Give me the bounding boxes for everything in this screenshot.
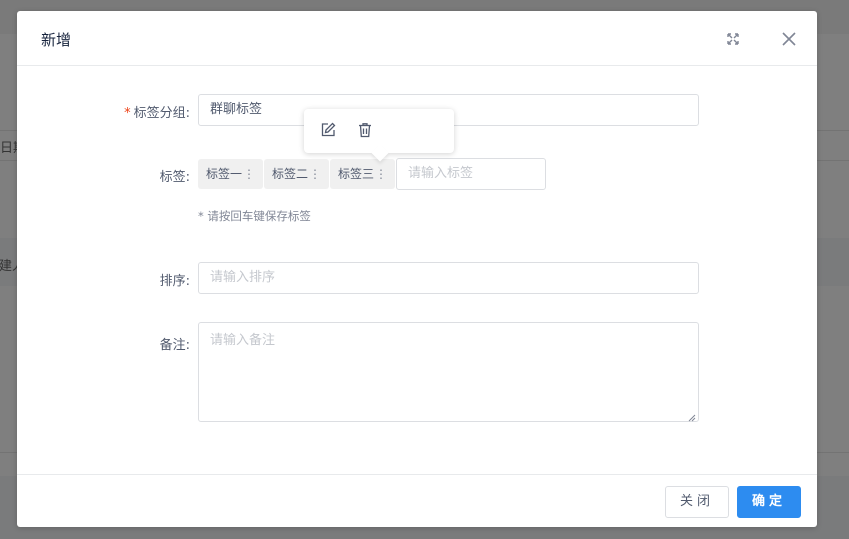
tags-label: 标签: bbox=[159, 170, 190, 185]
tag-item[interactable]: 标签三⋮ bbox=[330, 159, 396, 189]
sort-input[interactable]: 请输入排序 bbox=[198, 262, 699, 294]
group-label: * 标签分组: bbox=[70, 102, 190, 121]
tag-menu-icon[interactable]: ⋮ bbox=[309, 167, 321, 181]
tag-hint: * 请按回车键保存标签 bbox=[198, 209, 311, 223]
tag-item[interactable]: 标签二⋮ bbox=[264, 159, 330, 189]
tag-menu-icon[interactable]: ⋮ bbox=[375, 167, 387, 181]
add-dialog: 新增 * 标签分组: 群聊标签 标签: 标签一⋮ 标签二⋮ 标签三⋮ 请输入标签 … bbox=[17, 11, 817, 527]
required-mark: * bbox=[124, 106, 131, 121]
resize-handle-icon[interactable] bbox=[688, 411, 696, 422]
remark-label: 备注: bbox=[159, 338, 190, 353]
sort-placeholder: 请输入排序 bbox=[210, 270, 276, 285]
tag-menu-icon[interactable]: ⋮ bbox=[243, 167, 255, 181]
fullscreen-icon[interactable] bbox=[724, 30, 742, 48]
edit-icon[interactable] bbox=[319, 121, 337, 139]
tag-label: 标签三 bbox=[338, 167, 375, 181]
remark-textarea[interactable]: 请输入备注 bbox=[198, 322, 699, 422]
dialog-footer: 关闭 确定 bbox=[17, 474, 817, 527]
tag-label: 标签二 bbox=[272, 167, 309, 181]
tag-action-popover bbox=[304, 109, 454, 162]
delete-icon[interactable] bbox=[356, 121, 374, 139]
tag-item[interactable]: 标签一⋮ bbox=[198, 159, 264, 189]
group-label-text: 标签分组: bbox=[133, 106, 190, 121]
sort-label: 排序: bbox=[159, 274, 190, 289]
close-icon[interactable] bbox=[780, 30, 798, 48]
tag-input[interactable]: 请输入标签 bbox=[396, 158, 546, 190]
close-button[interactable]: 关闭 bbox=[665, 486, 729, 518]
confirm-button[interactable]: 确定 bbox=[737, 486, 801, 518]
remark-placeholder: 请输入备注 bbox=[210, 333, 276, 348]
group-value: 群聊标签 bbox=[210, 102, 263, 117]
dialog-header: 新增 bbox=[17, 11, 817, 66]
dialog-title: 新增 bbox=[41, 31, 72, 49]
tag-label: 标签一 bbox=[206, 167, 243, 181]
tag-input-placeholder: 请输入标签 bbox=[408, 166, 474, 181]
